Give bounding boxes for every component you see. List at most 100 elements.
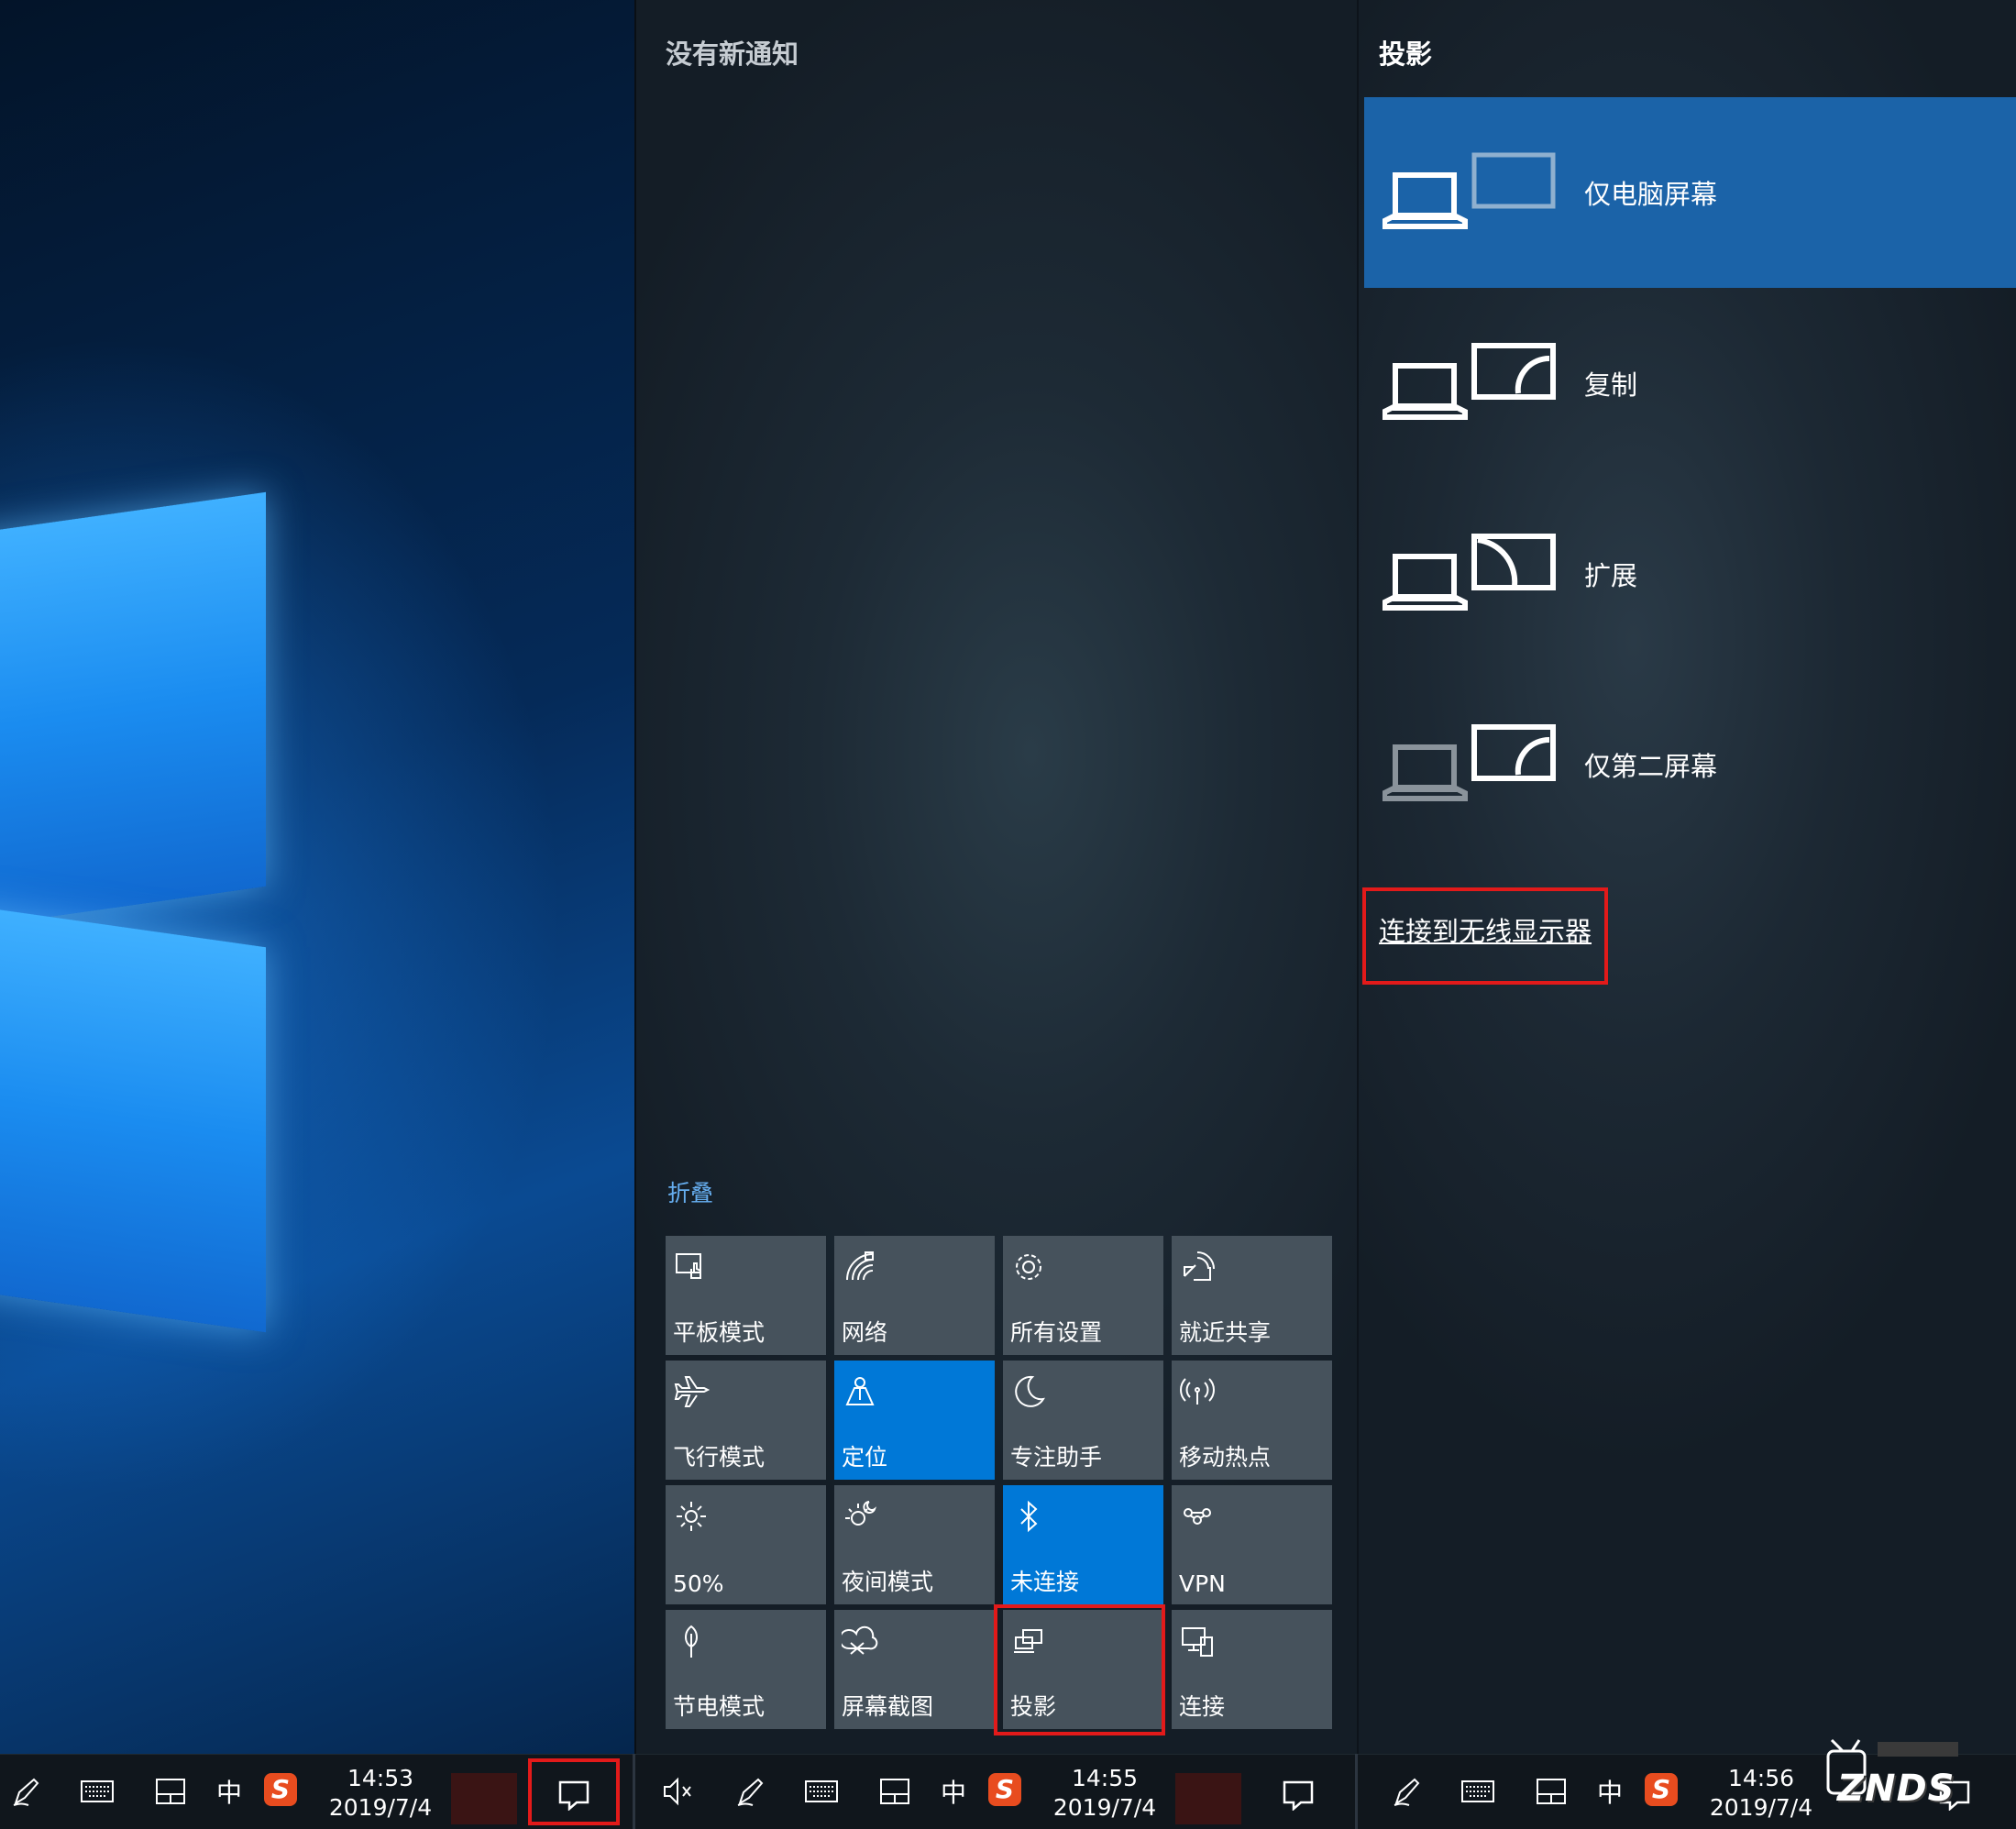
project-option-label: 扩展 bbox=[1584, 560, 1638, 591]
desktop-wallpaper bbox=[0, 0, 634, 1754]
pc-screen-only-icon bbox=[1382, 151, 1557, 234]
volume-muted-icon[interactable] bbox=[658, 1773, 699, 1810]
project-option-label: 仅第二屏幕 bbox=[1584, 751, 1718, 782]
touchpad-icon[interactable] bbox=[1531, 1773, 1571, 1810]
quick-action-tile[interactable]: 连接 bbox=[1172, 1610, 1332, 1729]
quick-action-tile[interactable]: 未连接 bbox=[1003, 1485, 1163, 1604]
quick-action-tile[interactable]: 所有设置 bbox=[1003, 1236, 1163, 1355]
project-option[interactable]: 扩展 bbox=[1364, 479, 2016, 669]
night-light-icon bbox=[842, 1498, 878, 1535]
ime-mode-indicator[interactable]: 中 bbox=[1592, 1773, 1628, 1810]
quick-action-tile[interactable]: 屏幕截图 bbox=[834, 1610, 995, 1729]
quick-action-label: 就近共享 bbox=[1179, 1319, 1272, 1346]
quick-action-tile[interactable]: 专注助手 bbox=[1003, 1361, 1163, 1480]
project-option[interactable]: 仅第二屏幕 bbox=[1364, 669, 2016, 860]
wireless-link-highlight-box bbox=[1362, 887, 1608, 985]
quick-action-label: 移动热点 bbox=[1179, 1444, 1272, 1471]
pen-workspace-icon[interactable] bbox=[1388, 1773, 1428, 1810]
hidden-app-thumbnail[interactable] bbox=[451, 1773, 517, 1824]
hotspot-icon bbox=[1179, 1373, 1216, 1410]
windows-logo-pane bbox=[0, 904, 266, 1333]
clock-date: 2019/7/4 bbox=[1052, 1794, 1157, 1821]
project-tile-highlight-box bbox=[994, 1604, 1165, 1735]
pen-workspace-icon[interactable] bbox=[7, 1773, 48, 1810]
quick-action-tile[interactable]: 50% bbox=[666, 1485, 826, 1604]
tablet-mode-icon bbox=[673, 1249, 710, 1285]
taskbar-clock[interactable]: 14:53 2019/7/4 bbox=[312, 1764, 449, 1823]
quick-action-tile[interactable]: 就近共享 bbox=[1172, 1236, 1332, 1355]
touchpad-icon[interactable] bbox=[150, 1773, 191, 1810]
quick-action-label: 所有设置 bbox=[1010, 1319, 1103, 1346]
quick-action-tile[interactable]: VPN bbox=[1172, 1485, 1332, 1604]
panel-separator bbox=[1355, 1754, 1358, 1829]
panel-separator bbox=[633, 1754, 635, 1829]
quick-action-tile[interactable]: 移动热点 bbox=[1172, 1361, 1332, 1480]
quick-action-tile[interactable]: 定位 bbox=[834, 1361, 995, 1480]
quick-action-label: 专注助手 bbox=[1010, 1444, 1103, 1471]
nearby-share-icon bbox=[1179, 1249, 1216, 1285]
quick-action-label: 连接 bbox=[1179, 1693, 1226, 1720]
quick-action-label: 未连接 bbox=[1010, 1569, 1080, 1595]
clock-time: 14:55 bbox=[1071, 1765, 1139, 1791]
second-screen-only-icon bbox=[1382, 723, 1557, 806]
quick-action-label: 飞行模式 bbox=[673, 1444, 766, 1471]
quick-action-label: 夜间模式 bbox=[842, 1569, 934, 1595]
vpn-icon bbox=[1179, 1498, 1216, 1535]
windows-logo-pane bbox=[0, 491, 266, 930]
sogou-input-icon[interactable]: S bbox=[264, 1773, 297, 1806]
quick-action-label: 节电模式 bbox=[673, 1693, 766, 1720]
taskbar-clock[interactable]: 14:56 2019/7/4 bbox=[1692, 1764, 1830, 1823]
collapse-link[interactable]: 折叠 bbox=[667, 1175, 713, 1208]
ime-mode-indicator[interactable]: 中 bbox=[211, 1773, 248, 1810]
project-option[interactable]: 仅电脑屏幕 bbox=[1364, 97, 2016, 288]
network-icon bbox=[842, 1249, 878, 1285]
quick-action-label: 定位 bbox=[842, 1444, 888, 1471]
quick-action-label: VPN bbox=[1179, 1570, 1226, 1597]
airplane-icon bbox=[673, 1373, 711, 1410]
battery-saver-icon bbox=[673, 1623, 710, 1659]
sogou-input-icon[interactable]: S bbox=[988, 1773, 1021, 1806]
no-notifications-heading: 没有新通知 bbox=[666, 39, 799, 70]
taskbar: 中 S 14:55 2019/7/4 bbox=[634, 1754, 1357, 1829]
bluetooth-icon bbox=[1010, 1498, 1047, 1535]
ime-mode-indicator[interactable]: 中 bbox=[935, 1773, 972, 1810]
project-option-label: 仅电脑屏幕 bbox=[1584, 179, 1718, 210]
hidden-app-thumbnail[interactable] bbox=[1175, 1773, 1241, 1824]
watermark-text: ZNDS bbox=[1837, 1768, 1955, 1810]
sogou-input-icon[interactable]: S bbox=[1645, 1773, 1678, 1806]
extend-icon bbox=[1382, 533, 1557, 615]
brightness-icon bbox=[673, 1498, 710, 1535]
quick-action-label: 50% bbox=[673, 1570, 724, 1597]
duplicate-icon bbox=[1382, 342, 1557, 424]
touchpad-icon[interactable] bbox=[875, 1773, 915, 1810]
moon-icon bbox=[1010, 1373, 1047, 1410]
project-flyout: 投影 仅电脑屏幕 复制 扩展 仅第二屏幕 连接到无线显示器 bbox=[1357, 0, 2016, 1754]
project-heading: 投影 bbox=[1379, 39, 1433, 70]
quick-action-tile[interactable]: 平板模式 bbox=[666, 1236, 826, 1355]
quick-action-label: 平板模式 bbox=[673, 1319, 766, 1346]
gear-icon bbox=[1010, 1249, 1047, 1285]
connect-icon bbox=[1179, 1623, 1216, 1659]
project-option-label: 复制 bbox=[1584, 369, 1638, 401]
quick-action-label: 网络 bbox=[842, 1319, 888, 1346]
action-center-highlight-box bbox=[528, 1758, 620, 1825]
clock-time: 14:56 bbox=[1727, 1765, 1795, 1791]
quick-action-label: 屏幕截图 bbox=[842, 1693, 934, 1720]
clock-date: 2019/7/4 bbox=[328, 1794, 433, 1821]
location-icon bbox=[842, 1373, 878, 1410]
touch-keyboard-icon[interactable] bbox=[801, 1773, 842, 1810]
touch-keyboard-icon[interactable] bbox=[77, 1773, 117, 1810]
quick-action-tile[interactable]: 网络 bbox=[834, 1236, 995, 1355]
clock-date: 2019/7/4 bbox=[1709, 1794, 1813, 1821]
clock-time: 14:53 bbox=[347, 1765, 414, 1791]
taskbar-clock[interactable]: 14:55 2019/7/4 bbox=[1036, 1764, 1173, 1823]
quick-action-tile[interactable]: 飞行模式 bbox=[666, 1361, 826, 1480]
touch-keyboard-icon[interactable] bbox=[1458, 1773, 1498, 1810]
quick-action-tile[interactable]: 节电模式 bbox=[666, 1610, 826, 1729]
quick-action-tile[interactable]: 夜间模式 bbox=[834, 1485, 995, 1604]
project-option[interactable]: 复制 bbox=[1364, 288, 2016, 479]
pen-workspace-icon[interactable] bbox=[732, 1773, 772, 1810]
action-center-icon[interactable] bbox=[1269, 1766, 1327, 1824]
action-center: 没有新通知 折叠 平板模式 网络 所有设置 就近共享飞行模式 定位 专注助手 移动热点 50%… bbox=[634, 0, 1357, 1754]
screen-snip-icon bbox=[839, 1623, 878, 1659]
